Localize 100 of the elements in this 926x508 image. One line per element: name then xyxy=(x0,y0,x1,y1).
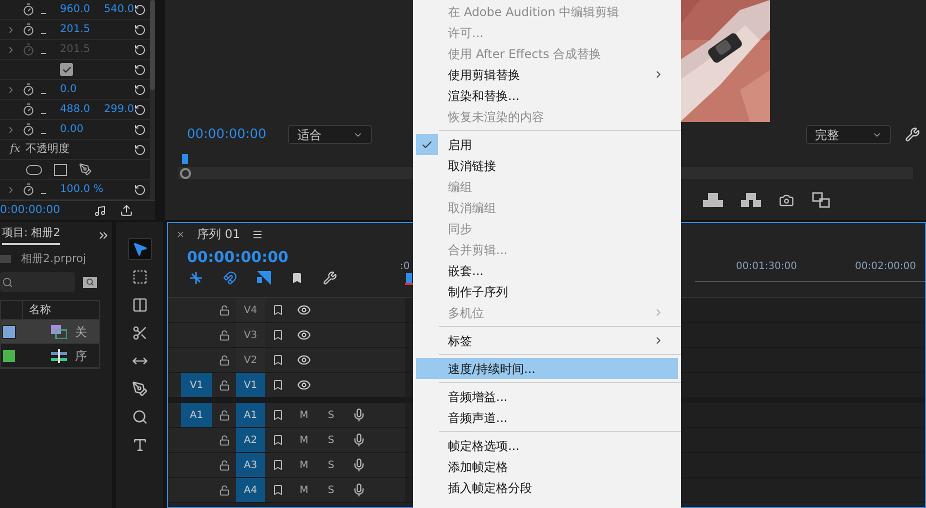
eye-icon[interactable] xyxy=(297,378,311,392)
stopwatch-icon[interactable] xyxy=(22,183,35,196)
checkbox[interactable] xyxy=(60,63,73,76)
label-color-swatch[interactable] xyxy=(2,324,16,338)
lock-icon[interactable] xyxy=(218,410,230,420)
reset-icon[interactable] xyxy=(134,4,146,16)
stopwatch-icon[interactable] xyxy=(22,3,35,16)
column-header[interactable]: 名称 xyxy=(29,302,51,318)
lock-icon[interactable] xyxy=(218,354,230,366)
lock-icon[interactable] xyxy=(218,380,230,390)
stopwatch-icon[interactable] xyxy=(22,123,35,136)
lock-icon[interactable] xyxy=(218,460,230,470)
sequence-tab[interactable]: 序列 01 xyxy=(197,225,240,243)
close-icon[interactable] xyxy=(176,230,185,238)
param-value[interactable]: 299.0 xyxy=(104,102,134,118)
lock-icon[interactable] xyxy=(218,304,230,316)
marker-icon[interactable] xyxy=(291,272,303,284)
ellipse-mask-icon[interactable] xyxy=(26,164,42,174)
project-item[interactable]: 序 xyxy=(1,344,99,368)
eye-icon[interactable] xyxy=(297,328,311,342)
track-target[interactable]: V3 xyxy=(236,323,265,347)
export-icon[interactable] xyxy=(120,204,133,217)
reset-icon[interactable] xyxy=(134,84,146,96)
pen-mask-icon[interactable] xyxy=(79,163,92,176)
solo-toggle[interactable]: S xyxy=(317,478,345,502)
label-color-swatch[interactable] xyxy=(2,348,16,362)
menu-item[interactable]: 嵌套... xyxy=(416,260,678,281)
snap-icon[interactable] xyxy=(223,271,237,285)
param-value[interactable]: 488.0 xyxy=(60,102,104,118)
find-bin-icon[interactable] xyxy=(83,276,97,288)
solo-toggle[interactable]: S xyxy=(317,453,345,477)
sequence-icon xyxy=(51,348,67,362)
zoom-dropdown[interactable]: 适合 xyxy=(288,125,372,144)
track-target[interactable]: V2 xyxy=(236,348,265,372)
track-target[interactable]: V4 xyxy=(236,298,265,322)
search-field[interactable] xyxy=(0,272,75,292)
timecode[interactable]: 0:00:00:00 xyxy=(0,202,60,219)
project-item[interactable]: 关 xyxy=(1,320,99,344)
stopwatch-icon[interactable] xyxy=(22,103,35,116)
rectangle-mask-icon[interactable] xyxy=(54,164,67,176)
menu-item[interactable]: 帧定格选项... xyxy=(416,435,678,456)
track-target[interactable]: A1 xyxy=(236,403,265,427)
microphone-icon[interactable] xyxy=(352,433,366,447)
microphone-icon[interactable] xyxy=(352,408,366,422)
audio-play-icon[interactable] xyxy=(94,204,106,216)
source-patch[interactable]: V1 xyxy=(181,373,212,397)
menu-item[interactable]: 制作子序列 xyxy=(416,281,678,302)
reset-icon[interactable] xyxy=(134,64,146,76)
lock-icon[interactable] xyxy=(218,434,230,446)
param-value[interactable]: 0.00 xyxy=(60,122,104,138)
reset-icon[interactable] xyxy=(134,24,146,36)
lift-icon[interactable] xyxy=(703,193,723,207)
mute-toggle[interactable]: M xyxy=(291,428,317,452)
menu-item[interactable]: 渲染和替换... xyxy=(416,85,678,106)
eye-icon[interactable] xyxy=(297,303,311,317)
lock-icon[interactable] xyxy=(218,330,230,340)
stopwatch-icon[interactable] xyxy=(22,23,35,36)
eye-icon[interactable] xyxy=(297,353,311,367)
microphone-icon[interactable] xyxy=(352,483,366,497)
track-target[interactable]: V1 xyxy=(236,373,265,397)
microphone-icon[interactable] xyxy=(352,458,366,472)
mute-toggle[interactable]: M xyxy=(291,478,317,502)
tool-button[interactable] xyxy=(128,238,152,260)
param-value[interactable]: 100.0 % xyxy=(60,182,104,198)
mute-toggle[interactable]: M xyxy=(291,403,317,427)
solo-toggle[interactable]: S xyxy=(317,403,345,427)
menu-item[interactable]: 速度/持续时间... xyxy=(416,358,678,379)
menu-item[interactable]: 标签 xyxy=(416,330,678,351)
settings-icon[interactable] xyxy=(905,127,920,142)
settings-icon[interactable] xyxy=(323,271,337,285)
fx-toggle[interactable]: fx xyxy=(10,141,20,158)
track-target[interactable]: A4 xyxy=(236,478,265,502)
compare-icon[interactable] xyxy=(812,192,830,208)
source-patch[interactable]: A1 xyxy=(181,403,212,427)
param-value[interactable]: 960.0 xyxy=(60,2,104,18)
menu-item[interactable]: 音频增益... xyxy=(416,386,678,407)
stopwatch-icon[interactable] xyxy=(22,83,35,96)
camera-icon[interactable] xyxy=(779,192,794,208)
param-value[interactable]: 540.0 xyxy=(104,2,134,18)
track-target[interactable]: A2 xyxy=(236,428,265,452)
timecode[interactable]: 00:00:00:00 xyxy=(187,124,266,144)
track-target[interactable]: A3 xyxy=(236,453,265,477)
menu-item[interactable]: 使用剪辑替换 xyxy=(416,64,678,85)
reset-icon[interactable] xyxy=(134,124,146,136)
reset-icon[interactable] xyxy=(134,144,146,156)
nest-toggle-icon[interactable] xyxy=(189,271,203,285)
lock-icon[interactable] xyxy=(218,484,230,496)
param-value[interactable]: 0.0 xyxy=(60,82,104,98)
mute-toggle[interactable]: M xyxy=(291,453,317,477)
linked-selection-icon[interactable] xyxy=(257,271,271,285)
reset-icon[interactable] xyxy=(134,184,146,196)
project-tab[interactable]: 项目: 相册2 xyxy=(2,224,60,246)
reset-icon[interactable] xyxy=(134,104,146,116)
quality-dropdown[interactable]: 完整 xyxy=(806,125,891,144)
menu-item[interactable]: 取消链接 xyxy=(416,155,678,176)
menu-item[interactable]: 启用 xyxy=(416,134,678,155)
menu-icon[interactable] xyxy=(252,228,264,240)
solo-toggle[interactable]: S xyxy=(317,428,345,452)
param-value[interactable]: 201.5 xyxy=(60,22,104,38)
extract-icon[interactable] xyxy=(741,193,761,207)
